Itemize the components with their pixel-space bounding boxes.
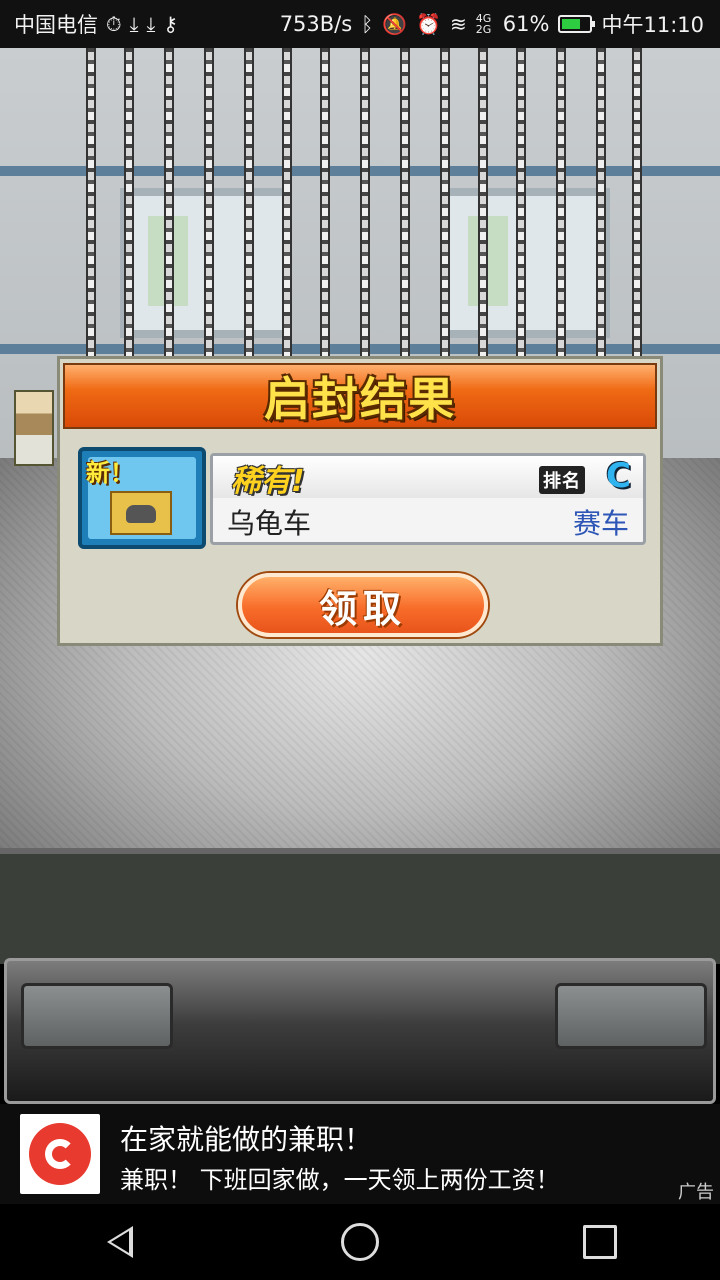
back-icon: [107, 1226, 133, 1258]
car-parts-box-icon: [110, 491, 172, 535]
panel-right-button[interactable]: [555, 983, 707, 1049]
floor-rail: [0, 848, 720, 964]
battery-percent: 61%: [502, 12, 550, 36]
network-type: 4G 2G: [475, 12, 492, 36]
claim-button-label: 领取: [318, 586, 407, 631]
ad-tag: 广告: [678, 1182, 714, 1203]
item-name: 乌龟车: [227, 507, 312, 540]
ad-description[interactable]: 兼职！ 下班回家做，一天领上两份工资！: [120, 1160, 620, 1195]
claim-button[interactable]: 领取: [238, 573, 488, 637]
ad-app-icon[interactable]: [20, 1114, 100, 1194]
alarm-icon: ⏰: [416, 12, 442, 36]
home-button[interactable]: [320, 1204, 400, 1280]
net-speed: 753B/s: [279, 12, 353, 36]
bottom-control-panel: [4, 958, 716, 1104]
dialog-title: 启封结果: [264, 372, 456, 426]
rank-label: 排名: [539, 466, 585, 494]
item-thumbnail: 新！: [78, 447, 206, 549]
recents-icon: [583, 1225, 617, 1259]
rank-value: C: [606, 456, 631, 496]
recents-button[interactable]: [560, 1204, 640, 1280]
rarity-label: 稀有!: [231, 464, 305, 499]
item-info-panel: 稀有! 排名 C 乌龟车 赛车: [210, 453, 646, 545]
pixel-character: [14, 390, 54, 466]
home-icon: [341, 1223, 379, 1261]
download-icon: ⤓: [129, 12, 139, 36]
unseal-result-dialog: 启封结果 新！ 稀有! 排名 C 乌龟车 赛车 领取: [57, 356, 663, 646]
wifi-icon: ≋: [450, 12, 467, 36]
key-icon: ⚷: [163, 12, 178, 36]
timer-icon: ⏱: [106, 12, 122, 36]
battery-icon: [558, 15, 596, 33]
mute-icon: 🔕: [382, 12, 408, 36]
ad-title[interactable]: 在家就能做的兼职！: [120, 1118, 372, 1158]
download-icon-2: ⤓: [146, 12, 156, 36]
back-button[interactable]: [80, 1204, 160, 1280]
reward-item-card: 新！ 稀有! 排名 C 乌龟车 赛车: [78, 447, 646, 549]
panel-left-button[interactable]: [21, 983, 173, 1049]
carrier-label: 中国电信: [14, 13, 98, 37]
system-nav-bar: [0, 1204, 720, 1280]
dialog-header: 启封结果: [63, 363, 657, 429]
bluetooth-icon: ᛒ: [361, 12, 374, 36]
ad-banner[interactable]: 在家就能做的兼职！ 兼职！ 下班回家做，一天领上两份工资！ 广告: [0, 1104, 720, 1204]
item-category: 赛车: [572, 507, 629, 540]
game-scene[interactable]: 启封结果 新！ 稀有! 排名 C 乌龟车 赛车 领取: [0, 48, 720, 1204]
clock: 中午11:10: [601, 13, 704, 37]
status-bar: 中国电信 ⏱ ⤓ ⤓ ⚷ 753B/s ᛒ 🔕 ⏰ ≋ 4G 2G 61% 中午…: [0, 0, 720, 48]
new-badge: 新！: [86, 459, 134, 487]
